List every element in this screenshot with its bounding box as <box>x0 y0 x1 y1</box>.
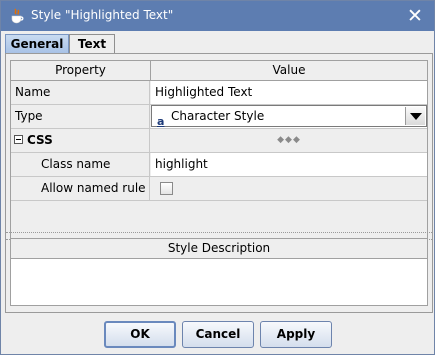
general-tab-panel: Property Value Name Highlighted Text Typ… <box>5 53 433 313</box>
property-table: Property Value Name Highlighted Text Typ… <box>10 60 428 250</box>
property-column-header[interactable]: Property <box>11 61 151 81</box>
css-group-value: ◆◆◆ <box>151 129 427 152</box>
table-row-class-name: Class name highlight <box>11 153 427 177</box>
name-field[interactable]: Highlighted Text <box>151 81 427 104</box>
type-selected-value: Character Style <box>171 109 265 123</box>
ellipsis-dots: ◆◆◆ <box>277 135 301 145</box>
style-description-textarea[interactable] <box>11 259 427 305</box>
allow-named-rule-cell <box>151 177 427 200</box>
ok-button[interactable]: OK <box>104 321 176 348</box>
chevron-down-icon[interactable] <box>405 107 425 125</box>
apply-button[interactable]: Apply <box>260 321 332 348</box>
tab-text[interactable]: Text <box>69 34 115 53</box>
cancel-button[interactable]: Cancel <box>182 321 254 348</box>
style-description-panel: Style Description <box>10 238 428 306</box>
type-label: Type <box>11 105 150 128</box>
css-group-label: CSS <box>27 133 53 147</box>
style-description-header: Style Description <box>11 239 427 259</box>
name-label: Name <box>11 81 150 104</box>
table-row-css: CSS ◆◆◆ <box>11 129 427 153</box>
table-row-allow-named-rule: Allow named rule <box>11 177 427 201</box>
class-name-label: Class name <box>11 153 150 176</box>
close-button[interactable]: ✕ <box>402 3 428 29</box>
style-dialog-window: Style "Highlighted Text" ✕ General Text … <box>0 0 435 355</box>
table-row-name: Name Highlighted Text <box>11 81 427 105</box>
type-cell: a Character Style <box>151 105 427 128</box>
allow-named-rule-label: Allow named rule <box>11 177 150 200</box>
allow-named-rule-checkbox[interactable] <box>160 182 173 195</box>
collapse-icon[interactable] <box>14 135 23 144</box>
java-app-icon <box>11 8 24 24</box>
close-icon[interactable]: ✕ <box>407 5 423 27</box>
value-column-header[interactable]: Value <box>151 61 427 81</box>
class-name-field[interactable]: highlight <box>151 153 427 176</box>
tab-general[interactable]: General <box>5 34 69 53</box>
type-combo-box[interactable]: a Character Style <box>151 105 427 128</box>
table-row-type: Type a Character Style <box>11 105 427 129</box>
window-title: Style "Highlighted Text" <box>31 8 174 22</box>
title-bar[interactable]: Style "Highlighted Text" ✕ <box>1 1 434 31</box>
css-group-cell: CSS <box>11 129 150 152</box>
